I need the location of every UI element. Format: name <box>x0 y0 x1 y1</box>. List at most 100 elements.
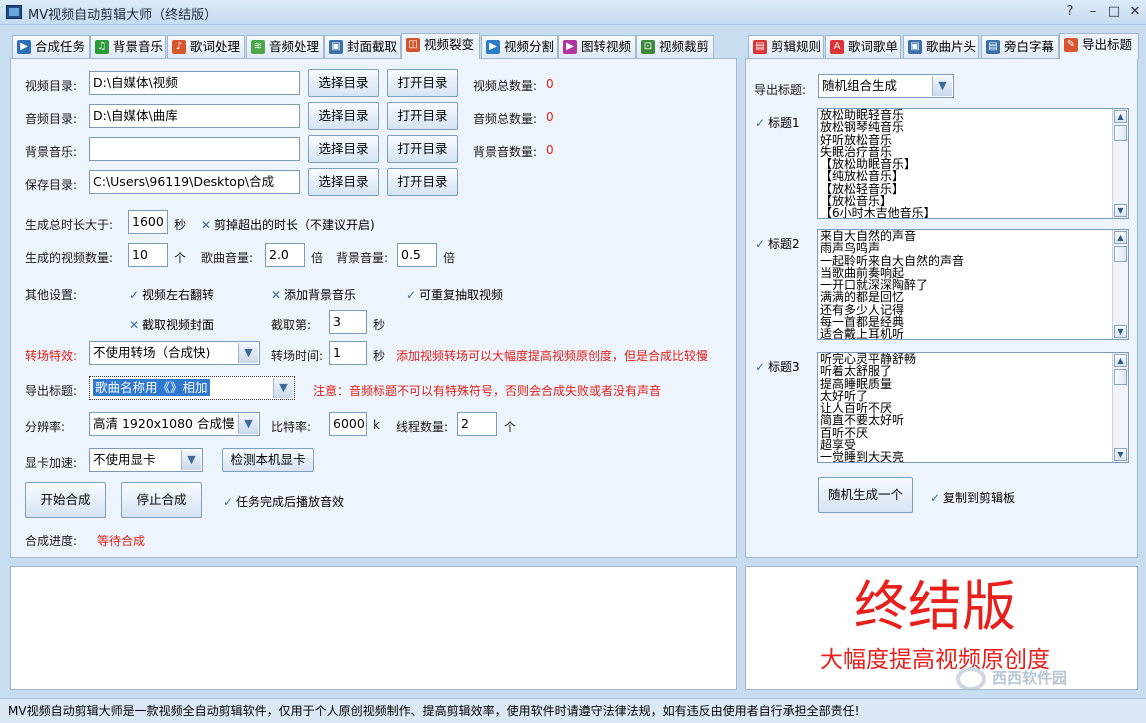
audio-dir-input[interactable]: D:\自媒体\曲库 <box>89 104 300 128</box>
title2-list[interactable]: 来自大自然的声音 雨声鸟鸣声 一起聆听来自大自然的声音 当歌曲前奏响起 一开口就深深陶醉… <box>817 229 1129 340</box>
song-volume-input[interactable]: 2.0 <box>265 243 305 267</box>
scroll-thumb[interactable] <box>1114 125 1127 141</box>
cut-excess-checkbox[interactable]: ✕ 剪掉超出的时长（不建议开启) <box>201 216 375 233</box>
cover-at-label: 截取第: <box>271 318 312 332</box>
progress-value: 等待合成 <box>97 534 146 548</box>
copy-clipboard-checkbox[interactable]: ✓ 复制到剪辑板 <box>930 489 1015 506</box>
save-open-dir-button[interactable]: 打开目录 <box>387 168 458 196</box>
play-sound-checkbox[interactable]: ✓ 任务完成后播放音效 <box>223 493 344 510</box>
scroll-up-icon[interactable]: ▲ <box>1114 354 1127 367</box>
resolution-select[interactable]: 高清 1920x1080 合成慢 ▼ <box>89 412 260 436</box>
right-tab-3[interactable]: ▣ 歌曲片头 <box>903 35 979 58</box>
transition-select[interactable]: 不使用转场（合成快) ▼ <box>89 341 260 365</box>
watermark-logo-icon <box>956 667 986 689</box>
detect-gpu-button[interactable]: 检测本机显卡 <box>222 448 314 472</box>
tab-label: 视频裁剪 <box>659 39 710 54</box>
title3-list[interactable]: 听完心灵平静舒畅 听着太舒服了 提高睡眠质量 太好听了 让人百听不厌 简直不要太好听 百听不… <box>817 352 1129 463</box>
right-tab-1[interactable]: ▤ 剪辑规则 <box>748 35 824 58</box>
compose-icon: ▶ <box>17 40 31 54</box>
bgm-select-dir-button[interactable]: 选择目录 <box>308 135 379 163</box>
app-icon <box>6 5 22 19</box>
tab-label: 视频分割 <box>504 39 555 54</box>
title-line: 听着太舒服了 <box>820 364 893 379</box>
bitrate-input[interactable]: 6000 <box>329 412 367 436</box>
right-tab-2[interactable]: A 歌词歌单 <box>825 35 901 58</box>
image-icon: ▣ <box>329 40 343 54</box>
right-tab-4[interactable]: ▤ 旁白字幕 <box>981 35 1059 58</box>
scroll-down-icon[interactable]: ▼ <box>1114 204 1127 217</box>
add-bgm-checkbox[interactable]: ✕ 添加背景音乐 <box>271 286 356 303</box>
gpu-select[interactable]: 不使用显卡 ▼ <box>89 448 203 472</box>
check-icon: ✓ <box>755 116 766 130</box>
save-select-dir-button[interactable]: 选择目录 <box>308 168 379 196</box>
bgm-input[interactable] <box>89 137 300 161</box>
scrollbar[interactable]: ▲ ▼ <box>1112 109 1128 218</box>
left-tab-2[interactable]: ♫ 背景音乐 <box>90 35 166 58</box>
left-tab-6[interactable]: ◫ 视频裂变 <box>401 33 480 59</box>
left-tab-5[interactable]: ▣ 封面截取 <box>324 35 401 58</box>
video-count-label: 生成的视频数量: <box>25 251 114 265</box>
video-dir-input[interactable]: D:\自媒体\视频 <box>89 71 300 95</box>
scrollbar[interactable]: ▲ ▼ <box>1112 230 1128 339</box>
watermark-text: 西西软件园 <box>992 669 1068 687</box>
title1-checkbox[interactable]: ✓ 标题1 <box>755 114 800 131</box>
cover-checkbox[interactable]: ✕ 截取视频封面 <box>129 316 214 333</box>
flip-checkbox[interactable]: ✓ 视频左右翻转 <box>129 286 214 303</box>
left-tab-7[interactable]: ▶ 视频分割 <box>481 35 558 58</box>
dropdown-arrow-icon: ▼ <box>238 343 258 363</box>
scroll-down-icon[interactable]: ▼ <box>1114 325 1127 338</box>
left-tab-3[interactable]: ♪ 歌词处理 <box>167 35 245 58</box>
min-duration-input[interactable]: 1600 <box>128 210 168 234</box>
stop-button[interactable]: 停止合成 <box>121 482 202 518</box>
bg-volume-input[interactable]: 0.5 <box>397 243 437 267</box>
log-area[interactable] <box>10 566 737 690</box>
title2-checkbox[interactable]: ✓ 标题2 <box>755 235 800 252</box>
video-count-input[interactable]: 10 <box>128 243 168 267</box>
video-open-dir-button[interactable]: 打开目录 <box>387 69 458 97</box>
scroll-thumb[interactable] <box>1114 369 1127 385</box>
min-duration-label: 生成总时长大于: <box>25 218 114 232</box>
bitrate-label: 比特率: <box>271 420 312 434</box>
video-select-dir-button[interactable]: 选择目录 <box>308 69 379 97</box>
promo-title: 终结版 <box>854 575 1016 638</box>
audio-select-dir-button[interactable]: 选择目录 <box>308 102 379 130</box>
scroll-up-icon[interactable]: ▲ <box>1114 110 1127 123</box>
minimize-button[interactable]: – <box>1083 3 1103 21</box>
random-generate-button[interactable]: 随机生成一个 <box>818 477 913 513</box>
maximize-button[interactable]: □ <box>1104 3 1124 21</box>
cover-at-input[interactable]: 3 <box>329 310 367 334</box>
check-icon: ✓ <box>930 491 941 505</box>
tab-label: 歌词歌单 <box>848 39 899 54</box>
threads-input[interactable]: 2 <box>457 412 497 436</box>
cross-icon: ✕ <box>129 318 140 332</box>
help-button[interactable]: ? <box>1060 3 1080 21</box>
title-line: 【纯放松音乐】 <box>820 169 905 184</box>
start-button[interactable]: 开始合成 <box>25 482 106 518</box>
scroll-thumb[interactable] <box>1114 246 1127 262</box>
title1-list[interactable]: 放松助眠轻音乐 放松钢琴纯音乐 好听放松音乐 失眠治疗音乐 【放松助眠音乐】 【纯放松音乐… <box>817 108 1129 219</box>
transition-time-input[interactable]: 1 <box>329 341 367 365</box>
gpu-label: 显卡加速: <box>25 456 78 470</box>
repeat-checkbox[interactable]: ✓ 可重复抽取视频 <box>406 286 503 303</box>
left-tab-1[interactable]: ▶ 合成任务 <box>12 35 90 58</box>
right-tab-5[interactable]: ✎ 导出标题 <box>1059 33 1139 59</box>
title3-checkbox[interactable]: ✓ 标题3 <box>755 358 800 375</box>
bgm-open-dir-button[interactable]: 打开目录 <box>387 135 458 163</box>
window-title: MV视频自动剪辑大师（终结版） <box>28 8 218 23</box>
count-unit: 个 <box>174 251 187 265</box>
scrollbar[interactable]: ▲ ▼ <box>1112 353 1128 462</box>
export-title-select[interactable]: 歌曲名称用《》相加 ▼ <box>89 376 295 400</box>
scroll-down-icon[interactable]: ▼ <box>1114 448 1127 461</box>
left-tab-9[interactable]: ⊡ 视频裁剪 <box>636 35 714 58</box>
close-button[interactable]: ✕ <box>1125 3 1145 21</box>
audio-open-dir-button[interactable]: 打开目录 <box>387 102 458 130</box>
document-icon: ▤ <box>986 40 1000 54</box>
export-mode-select[interactable]: 随机组合生成 ▼ <box>818 74 954 98</box>
left-tab-4[interactable]: ≋ 音频处理 <box>246 35 324 58</box>
check-icon: ✓ <box>129 288 140 302</box>
tab-label: 合成任务 <box>35 39 86 54</box>
save-dir-input[interactable]: C:\Users\96119\Desktop\合成 <box>89 170 300 194</box>
scroll-up-icon[interactable]: ▲ <box>1114 231 1127 244</box>
left-tab-8[interactable]: ▶ 图转视频 <box>558 35 636 58</box>
tab-label: 歌曲片头 <box>926 39 977 54</box>
